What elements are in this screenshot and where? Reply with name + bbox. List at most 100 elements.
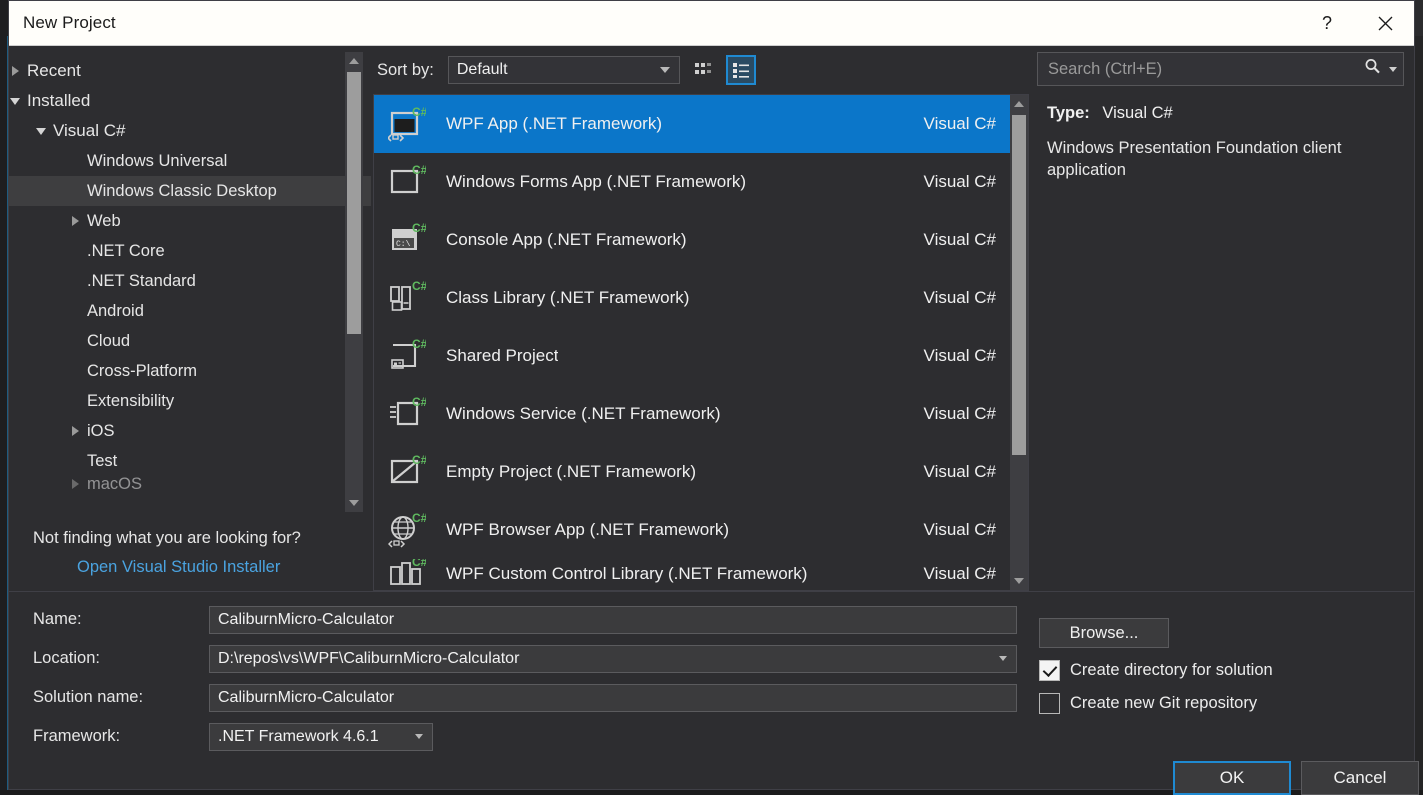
solution-name-label: Solution name: — [33, 688, 209, 707]
tree-item-test[interactable]: Test — [9, 446, 371, 476]
project-location-value: D:\repos\vs\WPF\CaliburnMicro-Calculator — [218, 650, 519, 668]
tree-item-ios[interactable]: iOS — [9, 416, 371, 446]
template-row[interactable]: C#WPF Browser App (.NET Framework)Visual… — [374, 501, 1010, 559]
solution-name-input[interactable]: CaliburnMicro-Calculator — [209, 684, 1017, 712]
location-label: Location: — [33, 649, 209, 668]
form-right-controls: Browse... Create directory for solution … — [1039, 618, 1409, 714]
list-scroll-up-arrow-icon[interactable] — [1010, 95, 1028, 113]
project-name-input[interactable]: CaliburnMicro-Calculator — [209, 606, 1017, 634]
category-tree: Recent InstalledVisual C#Windows Universa… — [9, 46, 371, 492]
tree-item-web[interactable]: Web — [9, 206, 371, 236]
tree-item-net-core[interactable]: .NET Core — [9, 236, 371, 266]
template-type-label: Type: — [1047, 104, 1090, 122]
list-scroll-track[interactable] — [1010, 113, 1028, 572]
tree-item-label: Recent — [27, 61, 81, 81]
search-box[interactable]: Search (Ctrl+E) — [1037, 52, 1404, 86]
tree-item-windows-universal[interactable]: Windows Universal — [9, 146, 371, 176]
chevron-right-icon[interactable] — [67, 479, 83, 489]
sort-by-dropdown[interactable]: Default — [448, 56, 680, 84]
tree-item-cloud[interactable]: Cloud — [9, 326, 371, 356]
template-row-language: Visual C# — [924, 462, 996, 482]
chevron-right-icon[interactable] — [67, 426, 83, 436]
list-scroll-down-arrow-icon[interactable] — [1010, 572, 1028, 590]
template-row[interactable]: C#WPF App (.NET Framework)Visual C# — [374, 95, 1010, 153]
svg-text:C:\: C:\ — [396, 240, 411, 249]
template-list[interactable]: C#WPF App (.NET Framework)Visual C#C#Win… — [374, 95, 1010, 590]
template-info-pane: Search (Ctrl+E) Type: Visual C# Wind — [1029, 46, 1414, 591]
help-question-icon[interactable]: ? — [1298, 1, 1356, 45]
tree-scroll-thumb[interactable] — [347, 72, 361, 334]
wpf-custom-control-icon: C# — [386, 559, 428, 589]
wpf-app-icon: C# — [386, 104, 428, 144]
tree-item-recent[interactable]: Recent — [9, 56, 371, 86]
close-icon[interactable] — [1356, 1, 1414, 45]
project-location-input[interactable]: D:\repos\vs\WPF\CaliburnMicro-Calculator — [209, 645, 1017, 673]
dialog-upper-region: RecentInstalledVisual C#Windows Universa… — [9, 46, 1414, 591]
template-list-toolbar: Sort by: Default — [371, 46, 1029, 94]
framework-value: .NET Framework 4.6.1 — [218, 728, 379, 746]
sort-by-label: Sort by: — [377, 61, 434, 80]
svg-text:C#: C# — [412, 453, 426, 467]
framework-chevron-down-icon[interactable] — [415, 734, 423, 739]
template-row[interactable]: C:\C#Console App (.NET Framework)Visual … — [374, 211, 1010, 269]
chevron-right-icon[interactable] — [9, 66, 23, 76]
tree-scroll-up-arrow-icon[interactable] — [345, 52, 363, 70]
open-visual-studio-installer-link[interactable]: Open Visual Studio Installer — [77, 558, 280, 576]
chevron-down-icon[interactable] — [33, 128, 49, 135]
svg-text:C#: C# — [412, 163, 426, 177]
create-git-checkbox-row[interactable]: Create new Git repository — [1039, 693, 1409, 714]
template-row[interactable]: C#Empty Project (.NET Framework)Visual C… — [374, 443, 1010, 501]
list-view-icon[interactable] — [726, 55, 756, 85]
tree-scroll-track[interactable] — [345, 70, 363, 494]
template-description: Windows Presentation Foundation client a… — [1047, 137, 1377, 182]
template-row-language: Visual C# — [924, 520, 996, 540]
tree-vertical-scrollbar[interactable] — [345, 52, 363, 512]
template-row-name: WPF Custom Control Library (.NET Framewo… — [446, 564, 807, 584]
help-label: ? — [1322, 13, 1332, 34]
project-settings-form: Name: CaliburnMicro-Calculator Location:… — [9, 591, 1414, 789]
template-row-language: Visual C# — [924, 230, 996, 250]
create-directory-checkbox-row[interactable]: Create directory for solution — [1039, 660, 1409, 681]
template-row-name: Windows Service (.NET Framework) — [446, 404, 721, 424]
create-directory-checkbox[interactable] — [1039, 660, 1060, 681]
class-library-icon: C# — [386, 278, 428, 318]
tree-item-extensibility[interactable]: Extensibility — [9, 386, 371, 416]
tree-item-visual-c[interactable]: Visual C# — [9, 116, 371, 146]
chevron-right-icon[interactable] — [67, 216, 83, 226]
svg-text:C#: C# — [412, 337, 426, 351]
chevron-down-icon[interactable] — [9, 98, 23, 105]
list-scroll-thumb[interactable] — [1012, 115, 1026, 455]
svg-text:C#: C# — [412, 105, 426, 119]
grid-view-icon[interactable] — [688, 55, 718, 85]
name-label: Name: — [33, 610, 209, 629]
tree-item-label: Cross-Platform — [87, 362, 197, 381]
tree-item-windows-classic-desktop[interactable]: Windows Classic Desktop — [9, 176, 371, 206]
create-git-checkbox[interactable] — [1039, 693, 1060, 714]
browse-button[interactable]: Browse... — [1039, 618, 1169, 648]
tree-item-label: Extensibility — [87, 392, 174, 411]
template-row[interactable]: C#Windows Forms App (.NET Framework)Visu… — [374, 153, 1010, 211]
search-chevron-down-icon[interactable] — [1389, 67, 1397, 72]
tree-item-net-standard[interactable]: .NET Standard — [9, 266, 371, 296]
template-row[interactable]: C#Windows Service (.NET Framework)Visual… — [374, 385, 1010, 443]
template-row-name: Shared Project — [446, 346, 558, 366]
framework-dropdown[interactable]: .NET Framework 4.6.1 — [209, 723, 433, 751]
tree-item-android[interactable]: Android — [9, 296, 371, 326]
tree-item-label: Web — [87, 212, 121, 231]
framework-row: Framework: .NET Framework 4.6.1 — [9, 717, 1414, 756]
search-input[interactable]: Search (Ctrl+E) — [1048, 60, 1363, 79]
template-vertical-scrollbar[interactable] — [1010, 95, 1028, 590]
tree-item-installed[interactable]: Installed — [9, 86, 371, 116]
tree-scroll-down-arrow-icon[interactable] — [345, 494, 363, 512]
svg-text:C#: C# — [412, 559, 426, 569]
template-row[interactable]: C# WPF Custom Control Library (.NET Frame… — [374, 559, 1010, 589]
location-chevron-down-icon[interactable] — [999, 656, 1007, 661]
svg-text:C#: C# — [412, 279, 426, 293]
template-row[interactable]: C#Shared ProjectVisual C# — [374, 327, 1010, 385]
template-row-name: Console App (.NET Framework) — [446, 230, 687, 250]
tree-item-cross-platform[interactable]: Cross-Platform — [9, 356, 371, 386]
search-magnifier-icon[interactable] — [1363, 57, 1382, 81]
tree-item-macos[interactable]: macOS — [9, 476, 371, 492]
template-row-language: Visual C# — [924, 288, 996, 308]
template-row[interactable]: C#Class Library (.NET Framework)Visual C… — [374, 269, 1010, 327]
